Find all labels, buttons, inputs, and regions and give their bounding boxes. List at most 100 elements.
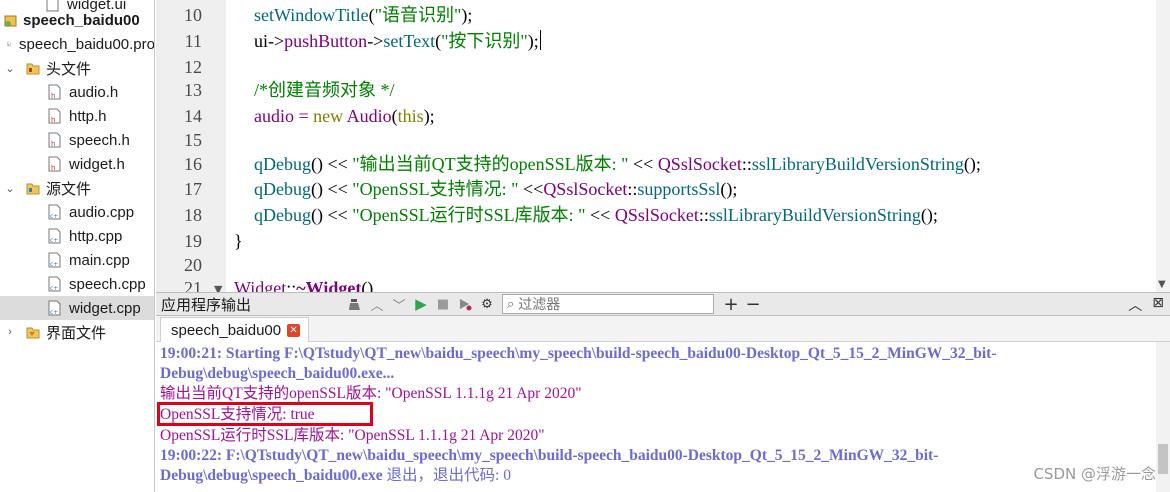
line-number: 13 xyxy=(184,80,202,100)
log-line: Debug\debug\speech_baidu00.exe... xyxy=(160,365,395,382)
log-line: 输出当前QT支持的openSSL版本: "OpenSSL 1.1.1g 21 A… xyxy=(160,385,582,402)
settings-gear-icon[interactable]: ⚙ xyxy=(476,294,498,314)
tree-folder-sources[interactable]: ⌄ 源文件 xyxy=(0,176,154,200)
tree-item-project[interactable]: speech_baidu00 xyxy=(0,8,154,32)
project-tree: widget.ui speech_baidu00 speech_baidu00.… xyxy=(0,0,155,492)
tree-item-label: speech_baidu00.pro xyxy=(19,35,155,53)
attach-debugger-icon[interactable] xyxy=(454,294,476,314)
run-icon[interactable]: ▶ xyxy=(410,294,432,314)
chevron-down-icon[interactable]: ⌄ xyxy=(4,62,16,75)
folder-icon xyxy=(26,327,40,338)
cpp-file-icon: c+ xyxy=(48,228,61,244)
folder-icon xyxy=(26,183,40,194)
header-file-icon: h xyxy=(48,156,61,172)
svg-text:c+: c+ xyxy=(50,213,58,220)
close-pane-icon[interactable]: ⊠ xyxy=(1152,295,1164,315)
previous-item-icon[interactable]: ︿ xyxy=(366,294,388,314)
tree-item-main-cpp[interactable]: c+ main.cpp xyxy=(0,248,154,272)
zoom-in-button[interactable]: + xyxy=(720,294,742,315)
scrollbar-thumb[interactable] xyxy=(1158,444,1168,474)
tree-item-label: 界面文件 xyxy=(46,324,107,342)
cpp-file-icon: c+ xyxy=(48,276,61,292)
zoom-out-button[interactable]: − xyxy=(742,294,764,315)
application-output-log[interactable]: 19:00:21: Starting F:\QTstudy\QT_new\bai… xyxy=(156,342,1156,492)
tree-item-widget-h[interactable]: h widget.h xyxy=(0,152,154,176)
cpp-file-icon: c+ xyxy=(48,252,61,268)
header-file-icon: h xyxy=(48,108,61,124)
tree-item-label: 源文件 xyxy=(46,180,92,198)
text-caret xyxy=(539,30,541,50)
chevron-down-icon[interactable]: ⌄ xyxy=(4,182,16,195)
output-tab-strip: speech_baidu00 ✕ xyxy=(156,316,1170,342)
tree-item-speech-cpp[interactable]: c+ speech.cpp xyxy=(0,272,154,296)
clear-output-icon[interactable] xyxy=(344,294,366,314)
tree-item-label: speech.h xyxy=(69,131,130,149)
tree-folder-forms[interactable]: › 界面文件 xyxy=(0,320,154,344)
tree-item-label: audio.h xyxy=(69,83,119,101)
code-line-11: ui->pushButton->setText("按下识别"); xyxy=(254,30,541,51)
tab-speech-baidu00[interactable]: speech_baidu00 ✕ xyxy=(160,317,310,342)
tree-item-widget-cpp[interactable]: c+ widget.cpp xyxy=(0,296,154,320)
code-line-16: qDebug() << "输出当前QT支持的openSSL版本: " << QS… xyxy=(254,154,981,174)
svg-text:h: h xyxy=(51,164,55,172)
cpp-file-icon: c+ xyxy=(48,300,61,316)
filter-input-box[interactable]: ⌕ xyxy=(502,294,714,314)
tree-item-label: speech.cpp xyxy=(69,275,146,293)
tree-item-label: http.cpp xyxy=(69,227,123,245)
close-tab-icon[interactable]: ✕ xyxy=(287,323,301,337)
line-number: 15 xyxy=(184,130,202,150)
tab-label: speech_baidu00 xyxy=(171,321,282,339)
tree-folder-headers[interactable]: ⌄ 头文件 xyxy=(0,56,154,80)
maximize-pane-icon[interactable]: ︿ xyxy=(1128,295,1142,315)
code-line-14: audio = new Audio(this); xyxy=(254,106,435,126)
line-number: 14 xyxy=(184,106,202,126)
stop-icon[interactable]: ■ xyxy=(432,294,454,314)
tree-item-label: main.cpp xyxy=(69,251,130,269)
tree-item-label: widget.h xyxy=(69,155,125,173)
code-editor[interactable]: 10 11 12 13 14 15 16 17 18 19 20 21 ▼ se… xyxy=(156,0,1170,292)
log-line: Debug\debug\speech_baidu00.exe 退出，退出代码: … xyxy=(160,467,511,484)
log-line: 19:00:22: F:\QTstudy\QT_new\baidu_speech… xyxy=(160,447,939,464)
editor-scrollbar[interactable]: ▼ xyxy=(1156,0,1170,292)
tree-item-label: speech_baidu00 xyxy=(23,11,140,29)
fold-arrow-icon[interactable]: ▼ xyxy=(214,283,222,292)
watermark: CSDN @浮游一念 xyxy=(1033,465,1156,483)
svg-text:h: h xyxy=(51,116,55,124)
line-number: 10 xyxy=(184,5,202,25)
line-number: 11 xyxy=(184,31,202,51)
tree-item-label: 头文件 xyxy=(46,60,92,78)
code-line-17: qDebug() << "OpenSSL支持情况: " <<QSslSocket… xyxy=(254,179,738,199)
line-number-gutter: 10 11 12 13 14 15 16 17 18 19 20 21 ▼ xyxy=(156,0,226,292)
tree-item-audio-cpp[interactable]: c+ audio.cpp xyxy=(0,200,154,224)
output-pane-toolbar: 应用程序输出 ︿ ﹀ ▶ ■ ⚙ ⌕ + − ︿ ⊠ xyxy=(156,292,1170,316)
code-line-19: } xyxy=(234,231,243,251)
pro-file-icon xyxy=(7,41,11,47)
tree-item-speech-h[interactable]: h speech.h xyxy=(0,128,154,152)
output-scrollbar[interactable] xyxy=(1156,342,1170,492)
line-number: 17 xyxy=(184,179,202,199)
log-line: OpenSSL运行时SSL库版本: "OpenSSL 1.1.1g 21 Apr… xyxy=(160,427,545,444)
svg-text:c+: c+ xyxy=(50,309,58,316)
code-line-18: qDebug() << "OpenSSL运行时SSL库版本: " << QSsl… xyxy=(254,205,938,225)
tree-item-http-h[interactable]: h http.h xyxy=(0,104,154,128)
scroll-down-arrow-icon[interactable]: ▼ xyxy=(1158,279,1166,290)
log-line: 19:00:21: Starting F:\QTstudy\QT_new\bai… xyxy=(160,345,997,362)
tree-item-pro-file[interactable]: speech_baidu00.pro xyxy=(0,32,155,56)
tree-item-audio-h[interactable]: h audio.h xyxy=(0,80,154,104)
next-item-icon[interactable]: ﹀ xyxy=(388,294,410,314)
tree-item-label: http.h xyxy=(69,107,107,125)
line-number: 18 xyxy=(184,205,202,225)
output-pane-title: 应用程序输出 xyxy=(161,296,252,314)
svg-text:h: h xyxy=(51,140,55,148)
highlight-box xyxy=(157,402,373,426)
tree-item-http-cpp[interactable]: c+ http.cpp xyxy=(0,224,154,248)
svg-text:h: h xyxy=(51,92,55,100)
header-file-icon: h xyxy=(48,84,61,100)
line-number: 16 xyxy=(184,154,202,174)
folder-icon xyxy=(26,63,40,74)
chevron-right-icon[interactable]: › xyxy=(4,326,16,338)
code-line-21: Widget::~Widget() xyxy=(234,278,374,292)
filter-input[interactable] xyxy=(518,296,699,312)
code-line-13: /*创建音频对象 */ xyxy=(254,80,395,100)
tree-item-label: widget.cpp xyxy=(69,299,141,317)
